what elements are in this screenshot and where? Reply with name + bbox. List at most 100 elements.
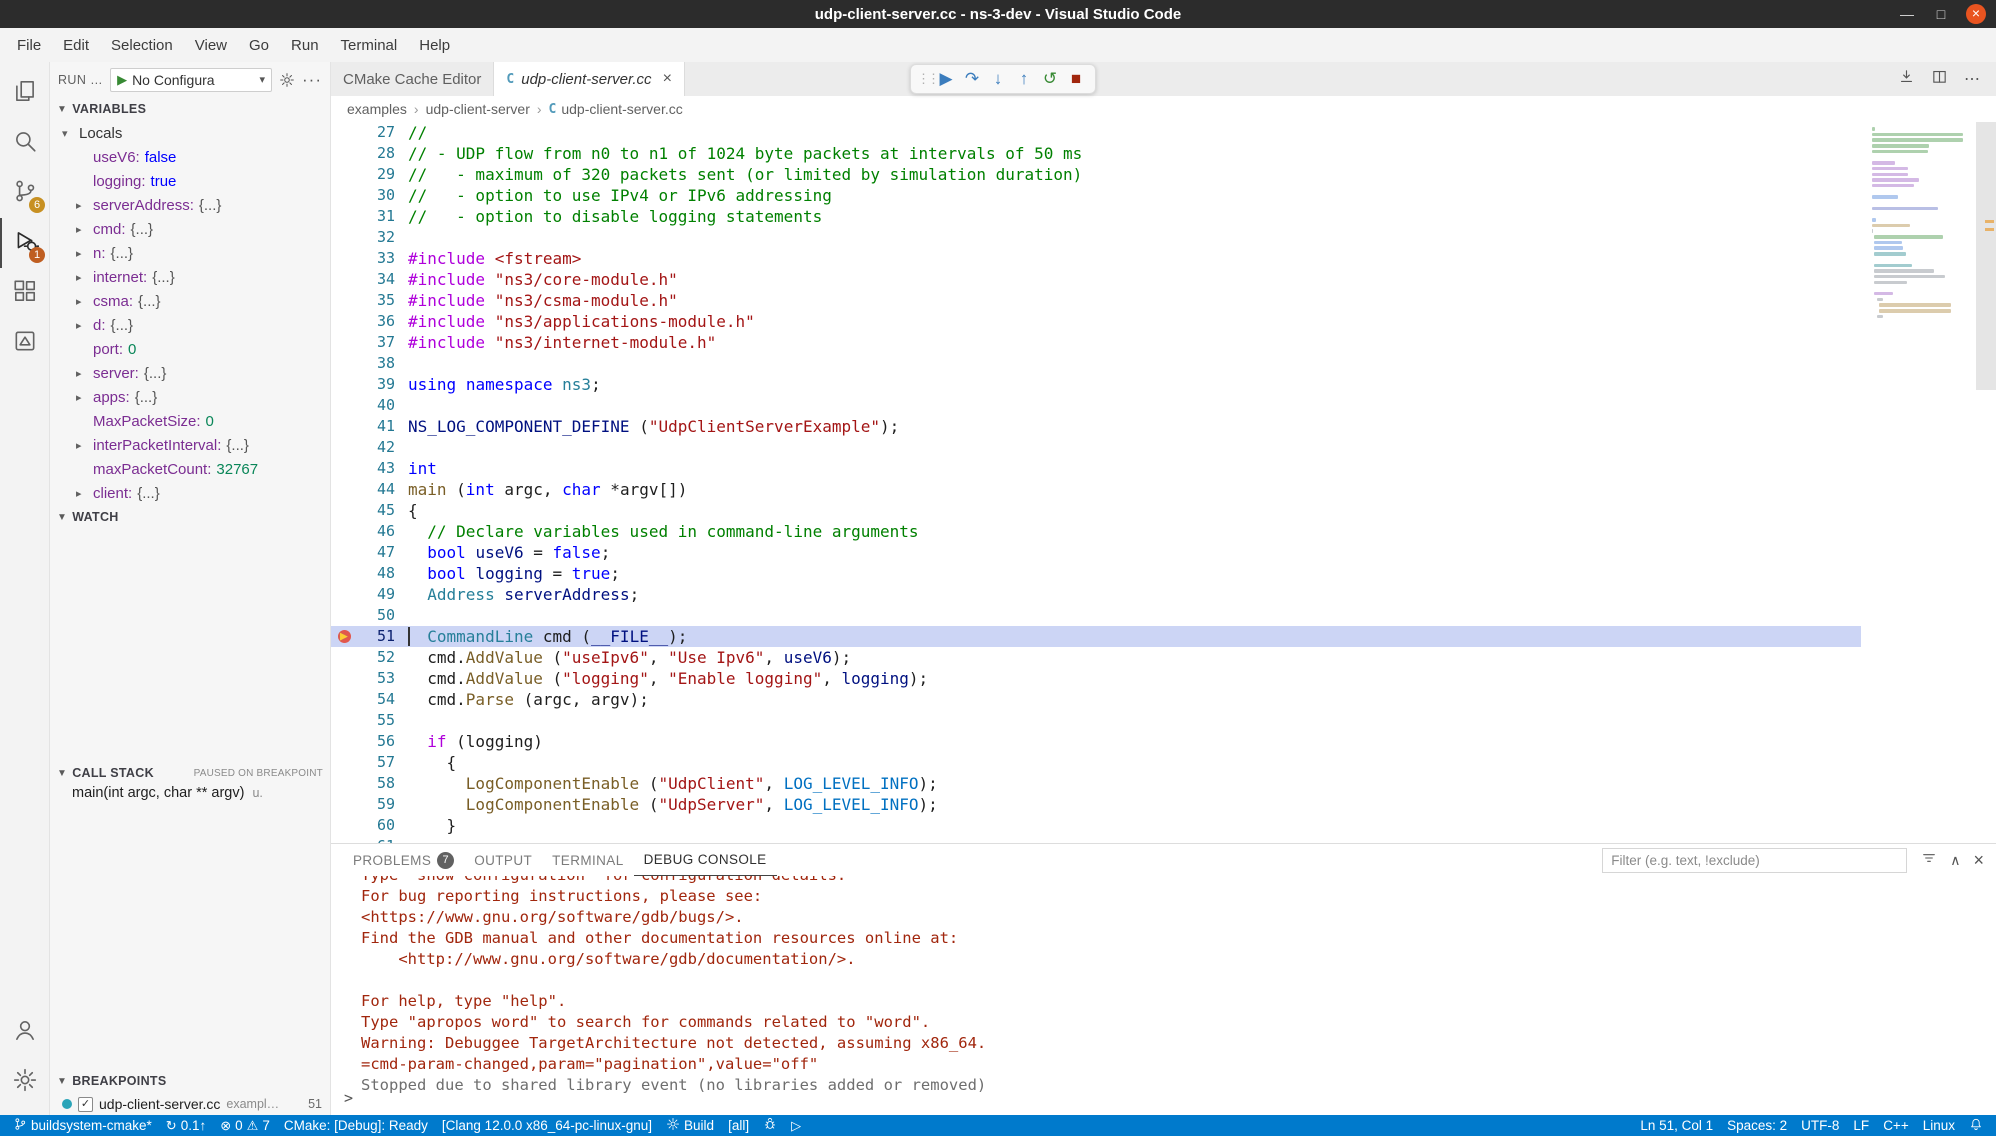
code-line-46[interactable]: 46 // Declare variables used in command-… xyxy=(331,521,1861,542)
variable-row[interactable]: ▸internet:{...} xyxy=(50,265,330,289)
breadcrumb-item[interactable]: udp-client-server xyxy=(426,101,530,117)
minimize-icon[interactable]: — xyxy=(1898,6,1916,22)
download-icon[interactable] xyxy=(1898,68,1915,90)
gutter[interactable] xyxy=(331,689,361,710)
close-icon[interactable]: × xyxy=(1973,850,1984,871)
minimap[interactable] xyxy=(1868,122,1976,843)
step-into-button[interactable]: ↓ xyxy=(985,69,1011,89)
status-cmake-build[interactable]: Build xyxy=(659,1115,721,1136)
more-icon[interactable]: ⋯ xyxy=(1964,69,1980,89)
editor-scrollbar[interactable] xyxy=(1976,122,1996,843)
status-indentation[interactable]: Spaces: 2 xyxy=(1720,1115,1794,1136)
editor-tab[interactable]: Cudp-client-server.cc× xyxy=(494,62,685,96)
variables-section-header[interactable]: ▼ VARIABLES xyxy=(50,97,330,121)
more-actions-icon[interactable]: ··· xyxy=(302,70,322,90)
activity-accounts[interactable] xyxy=(0,1007,49,1057)
status-cmake-debug[interactable] xyxy=(756,1115,784,1136)
status-cmake-kit[interactable]: [Clang 12.0.0 x86_64-pc-linux-gnu] xyxy=(435,1115,659,1136)
code-line-34[interactable]: 34#include "ns3/core-module.h" xyxy=(331,269,1861,290)
gutter[interactable] xyxy=(331,752,361,773)
menu-run[interactable]: Run xyxy=(280,28,330,62)
breadcrumb-item[interactable]: Cudp-client-server.cc xyxy=(549,101,683,117)
status-git-branch[interactable]: buildsystem-cmake* xyxy=(6,1115,159,1136)
gutter[interactable] xyxy=(331,332,361,353)
status-remote-os[interactable]: Linux xyxy=(1916,1115,1962,1136)
activity-extensions[interactable] xyxy=(0,268,49,318)
gutter[interactable] xyxy=(331,647,361,668)
code-line-54[interactable]: 54 cmd.Parse (argc, argv); xyxy=(331,689,1861,710)
variable-row[interactable]: ▸interPacketInterval:{...} xyxy=(50,433,330,457)
gutter[interactable] xyxy=(331,269,361,290)
panel-tab-problems[interactable]: PROBLEMS7 xyxy=(343,844,464,876)
code-line-27[interactable]: 27// xyxy=(331,122,1861,143)
code-line-31[interactable]: 31// - option to disable logging stateme… xyxy=(331,206,1861,227)
code-line-30[interactable]: 30// - option to use IPv4 or IPv6 addres… xyxy=(331,185,1861,206)
code-line-28[interactable]: 28// - UDP flow from n0 to n1 of 1024 by… xyxy=(331,143,1861,164)
gear-icon[interactable] xyxy=(279,72,295,88)
chevron-up-icon[interactable]: ∧ xyxy=(1950,852,1960,869)
menu-file[interactable]: File xyxy=(6,28,52,62)
status-cursor-position[interactable]: Ln 51, Col 1 xyxy=(1633,1115,1720,1136)
gutter[interactable] xyxy=(331,542,361,563)
code-line-44[interactable]: 44main (int argc, char *argv[]) xyxy=(331,479,1861,500)
gutter[interactable] xyxy=(331,122,361,143)
variable-row[interactable]: ▸cmd:{...} xyxy=(50,217,330,241)
start-debug-icon[interactable]: ▶ xyxy=(117,72,127,88)
console-filter-input[interactable] xyxy=(1602,848,1907,873)
breakpoint-current-line-gutter[interactable]: ▶ xyxy=(331,626,361,647)
gutter[interactable] xyxy=(331,710,361,731)
status-problems-summary[interactable]: ⊗0⚠7 xyxy=(213,1115,277,1136)
debug-console[interactable]: Type "show configuration" for configurat… xyxy=(331,876,1996,1115)
watch-section-header[interactable]: ▼ WATCH xyxy=(50,505,330,529)
code-line-47[interactable]: 47 bool useV6 = false; xyxy=(331,542,1861,563)
code-editor[interactable]: 27//28// - UDP flow from n0 to n1 of 102… xyxy=(331,122,1996,843)
gutter[interactable] xyxy=(331,395,361,416)
gutter[interactable] xyxy=(331,500,361,521)
breakpoint-row[interactable]: ✓udp-client-server.ccexampl…51 xyxy=(50,1093,330,1115)
variable-row[interactable]: logging:true xyxy=(50,169,330,193)
panel-tab-terminal[interactable]: TERMINAL xyxy=(542,844,633,876)
code-line-61[interactable]: 61 xyxy=(331,836,1861,843)
close-icon[interactable]: × xyxy=(1966,4,1986,24)
gutter[interactable] xyxy=(331,248,361,269)
code-line-36[interactable]: 36#include "ns3/applications-module.h" xyxy=(331,311,1861,332)
gutter[interactable] xyxy=(331,143,361,164)
maximize-icon[interactable]: □ xyxy=(1932,6,1950,22)
breakpoint-checkbox[interactable]: ✓ xyxy=(78,1097,93,1112)
stop-button[interactable]: ■ xyxy=(1063,69,1089,89)
code-line-37[interactable]: 37#include "ns3/internet-module.h" xyxy=(331,332,1861,353)
status-eol[interactable]: LF xyxy=(1846,1115,1876,1136)
split-editor-icon[interactable] xyxy=(1931,68,1948,90)
variable-row[interactable]: ▸csma:{...} xyxy=(50,289,330,313)
scope-row-locals[interactable]: ▾ Locals xyxy=(50,121,330,145)
status-encoding[interactable]: UTF-8 xyxy=(1794,1115,1846,1136)
variable-row[interactable]: port:0 xyxy=(50,337,330,361)
gripper-button[interactable]: ⋮⋮ xyxy=(917,71,933,87)
gutter[interactable] xyxy=(331,206,361,227)
code-line-33[interactable]: 33#include <fstream> xyxy=(331,248,1861,269)
gutter[interactable] xyxy=(331,521,361,542)
gutter[interactable] xyxy=(331,773,361,794)
code-line-40[interactable]: 40 xyxy=(331,395,1861,416)
gutter[interactable] xyxy=(331,731,361,752)
status-notifications[interactable] xyxy=(1962,1115,1990,1136)
status-cmake-status[interactable]: CMake: [Debug]: Ready xyxy=(277,1115,435,1136)
code-line-42[interactable]: 42 xyxy=(331,437,1861,458)
code-line-48[interactable]: 48 bool logging = true; xyxy=(331,563,1861,584)
activity-source-control[interactable]: 6 xyxy=(0,168,49,218)
variable-row[interactable]: useV6:false xyxy=(50,145,330,169)
gutter[interactable] xyxy=(331,353,361,374)
menu-help[interactable]: Help xyxy=(408,28,461,62)
code-line-50[interactable]: 50 xyxy=(331,605,1861,626)
code-line-53[interactable]: 53 cmd.AddValue ("logging", "Enable logg… xyxy=(331,668,1861,689)
code-line-35[interactable]: 35#include "ns3/csma-module.h" xyxy=(331,290,1861,311)
scrollbar-slider[interactable] xyxy=(1976,122,1996,390)
variable-row[interactable]: ▸client:{...} xyxy=(50,481,330,505)
stack-frame[interactable]: main(int argc, char ** argv)u. xyxy=(50,785,330,809)
debug-config-dropdown[interactable]: ▶ No Configura ▾ xyxy=(110,68,272,92)
gutter[interactable] xyxy=(331,605,361,626)
gutter[interactable] xyxy=(331,416,361,437)
menu-selection[interactable]: Selection xyxy=(100,28,184,62)
variable-row[interactable]: ▸serverAddress:{...} xyxy=(50,193,330,217)
call-stack-section-header[interactable]: ▼ CALL STACK PAUSED ON BREAKPOINT xyxy=(50,761,330,785)
